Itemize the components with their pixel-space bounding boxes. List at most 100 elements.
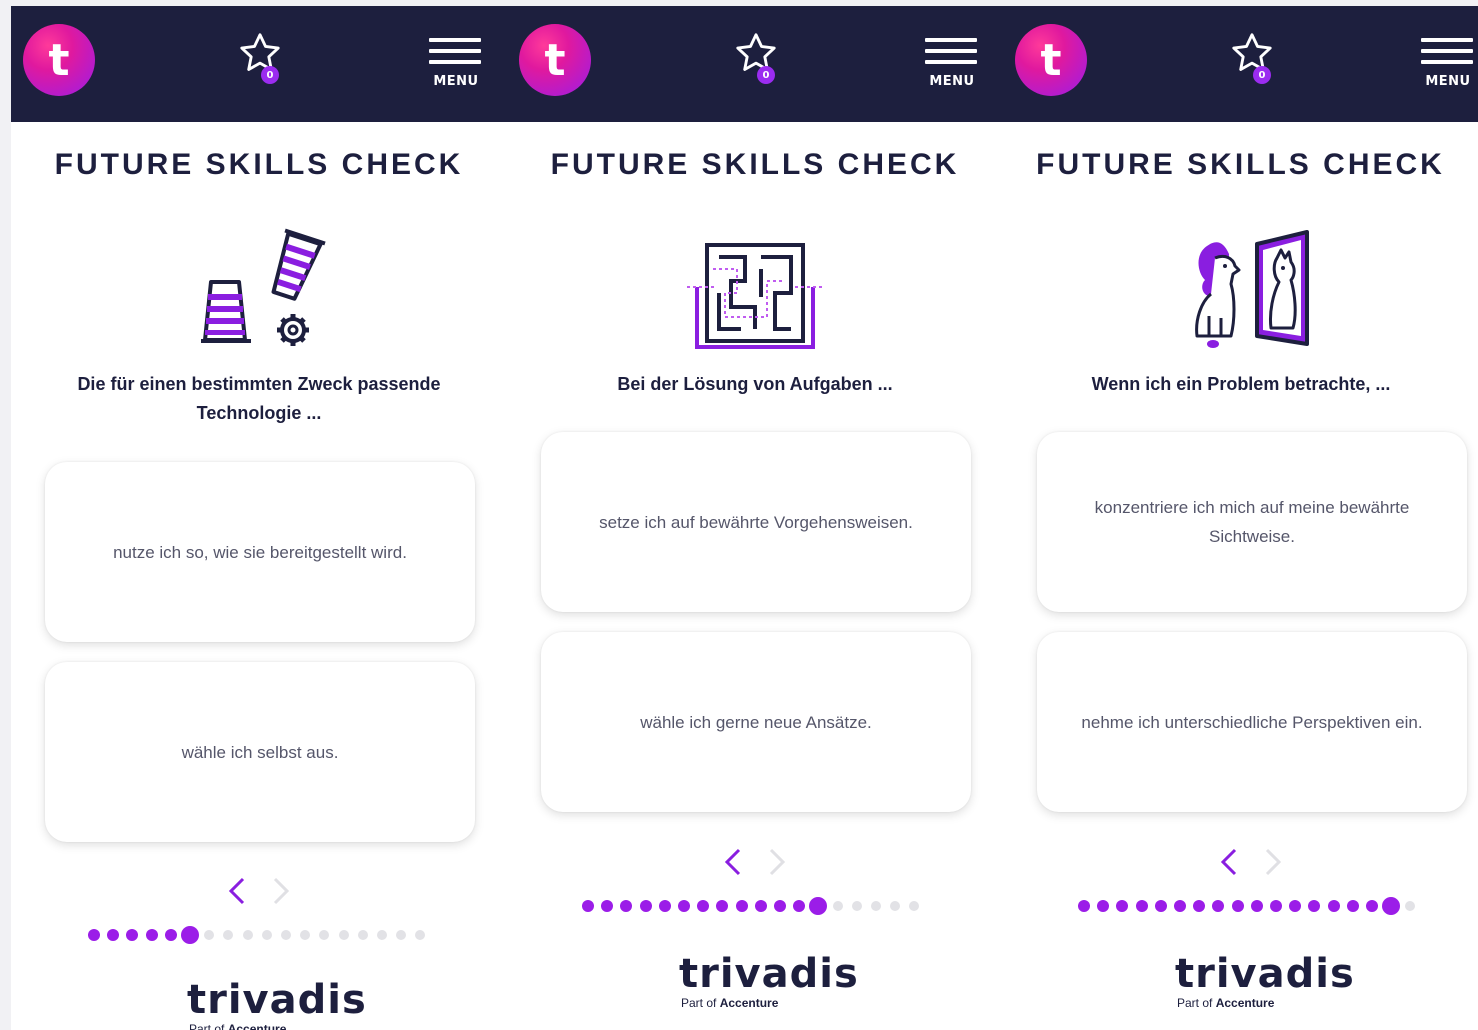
progress-dot: [1154, 900, 1167, 912]
favorites-button[interactable]: 0: [1229, 30, 1283, 90]
lion-mirror-icon: [1195, 230, 1309, 348]
favorites-count-badge: 0: [261, 66, 279, 84]
progress-dot: [1382, 897, 1401, 915]
progress-dot: [909, 901, 920, 911]
progress-dot: [1212, 900, 1225, 912]
progress-dot: [1097, 900, 1110, 912]
progress-dot: [261, 930, 272, 940]
answer-option-2[interactable]: nehme ich unterschiedliche Perspektiven …: [1037, 632, 1467, 812]
progress-dots: [579, 897, 939, 917]
progress-dot: [223, 930, 234, 940]
progress-dot: [697, 900, 710, 912]
progress-dot: [107, 929, 120, 941]
brand-name: trivadis: [187, 977, 367, 1023]
answer-option-1[interactable]: konzentriere ich mich auf meine bewährte…: [1037, 432, 1467, 612]
chevron-left-icon[interactable]: [719, 842, 749, 882]
progress-dot: [793, 900, 806, 912]
progress-dot: [601, 900, 614, 912]
chevron-right-icon[interactable]: [1257, 842, 1287, 882]
maze-icon: [687, 243, 823, 349]
menu-label: MENU: [1425, 74, 1471, 89]
progress-dot: [735, 900, 748, 912]
top-bar: t 0 MENU: [1003, 6, 1478, 122]
progress-dots: [85, 926, 445, 946]
answer-option-2[interactable]: wähle ich gerne neue Ansätze.: [541, 632, 971, 812]
progress-dots: [1075, 897, 1435, 917]
menu-button[interactable]: MENU: [1421, 36, 1475, 96]
progress-dot: [1366, 900, 1378, 912]
progress-dot: [1174, 900, 1186, 912]
screen-1: t 0 MENU FUTURE SKILLS CHECK Die für ein…: [11, 6, 507, 1030]
chevron-right-icon[interactable]: [265, 871, 295, 911]
chevron-right-icon[interactable]: [761, 842, 791, 882]
progress-dot: [1346, 900, 1359, 912]
trivadis-logo-button[interactable]: t: [23, 24, 95, 96]
progress-dot: [774, 900, 786, 912]
brand-subtitle: Part of Accenture: [681, 996, 779, 1010]
answer-option-2[interactable]: wähle ich selbst aus.: [45, 662, 475, 842]
pagination-nav: [1215, 842, 1295, 882]
top-bar: t 0 MENU: [11, 6, 507, 122]
progress-dot: [1405, 901, 1416, 911]
progress-dot: [338, 930, 349, 940]
answer-option-1[interactable]: nutze ich so, wie sie bereitgestellt wir…: [45, 462, 475, 642]
progress-dot: [242, 930, 253, 940]
brand-name: trivadis: [1175, 951, 1355, 997]
trivadis-brand: trivadis Part of Accenture: [187, 978, 387, 1030]
trivadis-brand: trivadis Part of Accenture: [679, 952, 879, 1012]
pagination-nav: [719, 842, 799, 882]
progress-dot: [716, 900, 729, 912]
progress-dot: [1289, 900, 1302, 912]
trivadis-logo-button[interactable]: t: [519, 24, 591, 96]
progress-dot: [145, 929, 158, 941]
page-title: FUTURE SKILLS CHECK: [550, 148, 960, 181]
progress-dot: [1116, 900, 1129, 912]
progress-dot: [871, 901, 881, 911]
page-title: FUTURE SKILLS CHECK: [1036, 148, 1445, 181]
progress-dot: [639, 900, 652, 912]
top-bar: t 0 MENU: [507, 6, 1003, 122]
page-title: FUTURE SKILLS CHECK: [54, 148, 464, 181]
progress-dot: [620, 900, 633, 912]
progress-dot: [1270, 900, 1282, 912]
progress-dot: [582, 900, 594, 912]
progress-dot: [658, 900, 671, 912]
progress-dot: [88, 929, 100, 941]
progress-dot: [1327, 900, 1340, 912]
brand-name: trivadis: [679, 951, 859, 997]
progress-dot: [300, 930, 311, 940]
progress-dot: [396, 930, 407, 940]
brand-subtitle: Part of Accenture: [1177, 996, 1275, 1010]
favorites-button[interactable]: 0: [733, 30, 787, 90]
question-text: Die für einen bestimmten Zweck passende …: [77, 374, 441, 423]
screen-3: t 0 MENU FUTURE SKILLS CHECK Wenn ich ei…: [1003, 6, 1478, 1030]
chevron-left-icon[interactable]: [1215, 842, 1245, 882]
menu-button[interactable]: MENU: [925, 36, 979, 96]
chevron-left-icon[interactable]: [223, 871, 253, 911]
question-text: Bei der Lösung von Aufgaben ...: [617, 374, 893, 394]
progress-dot: [1193, 900, 1206, 912]
progress-dot: [890, 901, 901, 911]
progress-dot: [281, 930, 291, 940]
favorites-count-badge: 0: [757, 66, 775, 84]
progress-dot: [1231, 900, 1244, 912]
screen-2: t 0 MENU FUTURE SKILLS CHECK Bei der Lös…: [507, 6, 1003, 1030]
progress-dot: [754, 900, 767, 912]
progress-dot: [319, 930, 330, 940]
screens-container: t 0 MENU FUTURE SKILLS CHECK Die für ein…: [11, 6, 1478, 1030]
progress-dot: [809, 897, 828, 915]
progress-dot: [415, 930, 426, 940]
favorites-button[interactable]: 0: [237, 30, 291, 90]
stacked-cups-gear-icon: [201, 228, 326, 346]
progress-dot: [678, 900, 690, 912]
progress-dot: [1308, 900, 1321, 912]
progress-dot: [832, 901, 843, 911]
menu-label: MENU: [433, 74, 479, 89]
trivadis-logo-button[interactable]: t: [1015, 24, 1087, 96]
brand-subtitle: Part of Accenture: [189, 1022, 287, 1030]
progress-dot: [164, 929, 177, 941]
hamburger-icon: [1421, 38, 1473, 42]
answer-option-1[interactable]: setze ich auf bewährte Vorgehensweisen.: [541, 432, 971, 612]
menu-label: MENU: [929, 74, 975, 89]
menu-button[interactable]: MENU: [429, 36, 483, 96]
